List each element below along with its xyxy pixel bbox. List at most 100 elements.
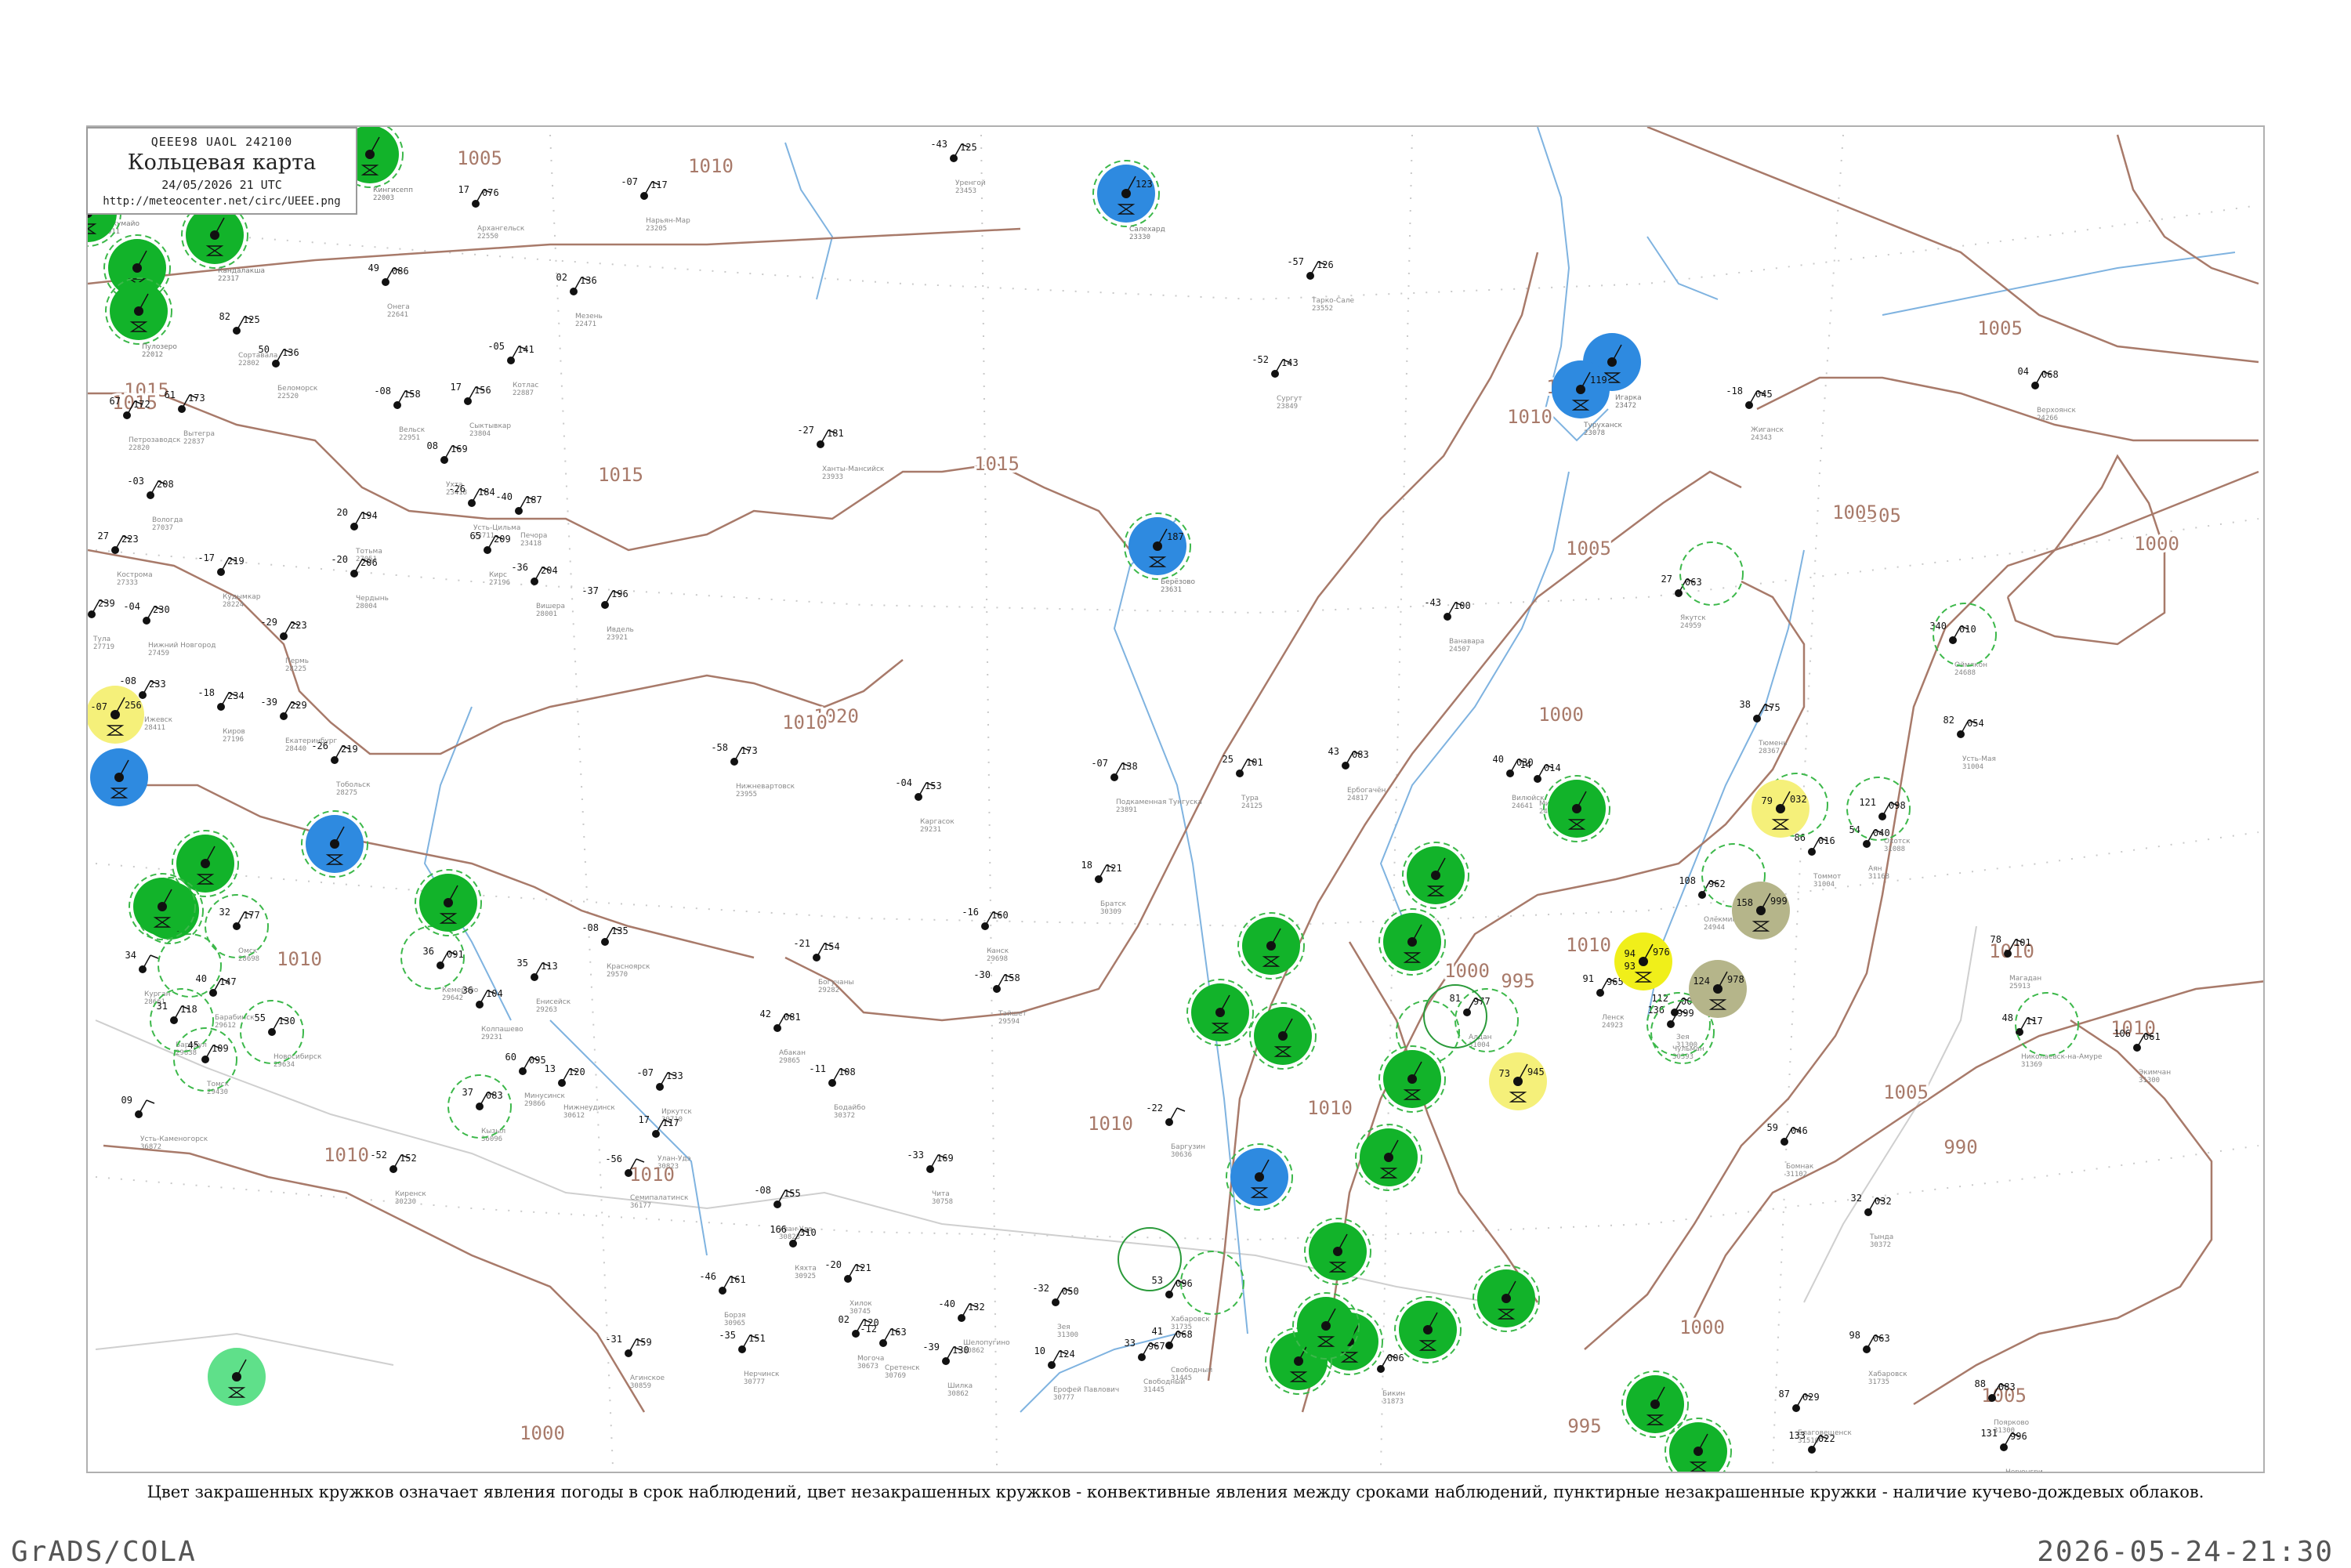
station-pressure: 976: [1653, 947, 1670, 958]
station-temp: 49: [368, 263, 379, 273]
isobar-label: 1010: [1088, 1113, 1133, 1135]
station-temp: -30: [973, 969, 991, 980]
station-temp: 82: [1943, 715, 1954, 726]
station-temp: -21: [793, 938, 810, 949]
station-name: Тотьма: [355, 548, 382, 556]
station-temp: -31: [605, 1334, 622, 1345]
station-plot: -07 117 Нарьян-Мар23205: [621, 176, 690, 233]
station-id: 23921: [607, 634, 628, 642]
station-name: Бодайбо: [834, 1104, 866, 1112]
station-id: 24944: [1704, 924, 1725, 932]
station-name: Магадан: [2009, 975, 2041, 983]
station-id: 28275: [336, 789, 357, 797]
station-plot: 00239Тула27719: [88, 598, 115, 651]
station-id: 22520: [277, 393, 299, 400]
station-name: Шилка: [947, 1382, 973, 1390]
station-name: Нижневартовск: [736, 783, 795, 791]
station-pressure: 120: [568, 1066, 585, 1077]
station-plot: 133022Сковородино30673: [1788, 1430, 1863, 1472]
station-id: 24125: [1241, 802, 1262, 810]
station-name: Богучаны: [818, 979, 854, 987]
station-name: Нерчинск: [744, 1371, 780, 1378]
station-temp: 37: [462, 1087, 473, 1098]
station-pressure: 117: [662, 1117, 679, 1128]
station-pressure: 962: [1708, 878, 1726, 889]
station-pressure: 125: [243, 314, 260, 325]
station-plot: 340 010Оймякон24688: [1929, 621, 1987, 677]
station-temp: 53: [1152, 1275, 1163, 1286]
station-id: 23453: [955, 187, 976, 195]
station-pressure: 152: [400, 1153, 417, 1164]
weather-station-yellow: -07 256: [88, 686, 144, 744]
station-temp: -17: [197, 552, 215, 563]
station-temp: -18: [1726, 386, 1743, 397]
station-temp: -57: [1287, 256, 1304, 267]
map-area[interactable]: 1005 1010 1015 1015 1015 1015 1020 1010 1010 1010…: [86, 125, 2265, 1473]
station-temp: 131: [1980, 1428, 1998, 1439]
station-pressure: 108: [839, 1066, 856, 1077]
station-pressure: 091: [447, 949, 464, 960]
weather-station-olive: 124 978: [1689, 960, 1747, 1018]
station-name: Нерюнгри: [2005, 1468, 2043, 1473]
station-id: 30612: [563, 1112, 585, 1120]
station-temp: -52: [1252, 354, 1269, 365]
weather-station-green: [1402, 842, 1469, 909]
map-canvas: 1005 1010101510151015 10151020101010101010…: [88, 127, 2263, 1473]
station-temp: -20: [824, 1259, 842, 1270]
station-pressure: 147: [219, 976, 237, 987]
river-0: [784, 142, 834, 300]
map-url[interactable]: http://meteocenter.net/circ/UEEE.png: [88, 195, 356, 208]
map-date: 24/05/2026 21 UTC: [161, 178, 282, 192]
station-id: 23205: [646, 225, 667, 233]
station-pressure: 101: [1246, 757, 1263, 768]
station-name: Могоча: [857, 1355, 884, 1363]
station-pressure: 977: [1473, 996, 1491, 1007]
station-pressure: 219: [341, 744, 358, 755]
station-name: Томск: [206, 1081, 230, 1088]
station-name: Томмот: [1813, 873, 1841, 881]
station-plot: -08 135 Красноярск29570: [581, 922, 650, 979]
station-temp: -40: [938, 1298, 955, 1309]
station-id: 30309: [1100, 908, 1121, 916]
station-id: 29231: [481, 1034, 502, 1041]
station-temp: 25: [1223, 754, 1233, 765]
station-temp: 340: [1929, 621, 1947, 632]
station-name: Сыктывкар: [469, 422, 511, 430]
station-id: 24959: [1680, 622, 1701, 630]
station-temp: 121: [1859, 797, 1876, 808]
station-id: 23472: [1615, 402, 1636, 410]
station-temp: -43: [930, 139, 947, 150]
station-temp: 14: [1520, 759, 1531, 770]
station-pressure: 161: [729, 1274, 746, 1285]
station-pressure: 173: [188, 393, 205, 404]
station-id: 30769: [885, 1372, 906, 1380]
station-id: 31735: [1171, 1324, 1192, 1331]
station-id: 36177: [630, 1202, 651, 1210]
station-pressure: 159: [635, 1337, 652, 1348]
weather-station-bright_yellow: 94 93 976: [1614, 932, 1672, 990]
station-id: 31004: [1962, 763, 1983, 771]
station-temp: -35: [719, 1330, 736, 1341]
station-name: Тобольск: [335, 781, 371, 789]
station-id: 22837: [183, 438, 205, 446]
station-id: 30745: [849, 1308, 871, 1316]
station-id: 30758: [932, 1198, 953, 1206]
station-id: 29866: [524, 1100, 545, 1108]
station-plot: -16 160 Канск29698: [962, 907, 1009, 963]
station-pressure: 040: [1873, 827, 1890, 838]
station-id: 24641: [1512, 802, 1533, 810]
station-name: Новосибирск: [273, 1053, 322, 1061]
station-temp: 40: [196, 973, 207, 984]
station-name: Вытегра: [183, 430, 215, 438]
isobar-14: [1646, 127, 2259, 364]
station-id: 28367: [1759, 748, 1780, 755]
station-name: Усть-Каменогорск: [140, 1135, 208, 1143]
station-temp: 42: [760, 1009, 771, 1019]
station-name: Печора: [520, 532, 547, 540]
station-name: Верхоянск: [2037, 407, 2077, 415]
station-plot: 43 083 Ербогачён24817: [1328, 746, 1386, 802]
river-8: [1882, 252, 2236, 316]
weather-station-yellow: 73 945: [1489, 1052, 1547, 1110]
station-pressure: 130: [278, 1016, 295, 1027]
station-name: Нарьян-Мар: [646, 217, 690, 225]
